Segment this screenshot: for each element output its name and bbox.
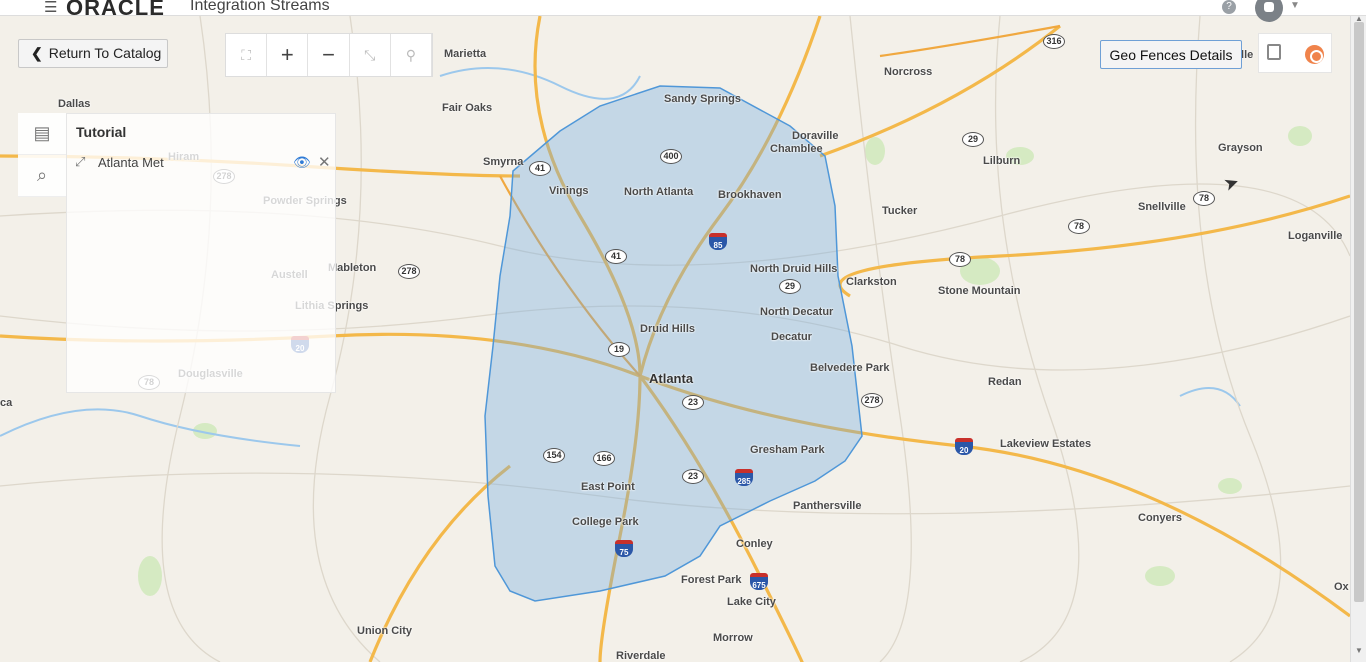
layer-settings-icon[interactable] [1305, 45, 1324, 64]
route-shield-icon: 41 [529, 161, 551, 176]
map-place-label: Belvedere Park [810, 362, 890, 374]
oracle-logo: ORACLE [66, 0, 165, 20]
map-place-label: North Druid Hills [750, 263, 838, 275]
map-place-label: Loganville [1288, 230, 1343, 242]
map-place-label: Panthersville [793, 500, 862, 512]
route-shield-icon: 41 [605, 249, 627, 264]
route-shield-icon: 23 [682, 395, 704, 410]
hamburger-menu-icon[interactable]: ☰ [44, 0, 57, 16]
layers-panel: Tutorial ⤢ Atlanta Met 👁 ✕ [66, 113, 336, 393]
search-layers-icon[interactable]: ⌕ [18, 155, 66, 197]
map-place-label: Lake City [727, 596, 776, 608]
map-city-label: Atlanta [649, 371, 694, 386]
route-shield-icon: 278 [861, 393, 883, 408]
eye-icon[interactable]: 👁 [293, 154, 311, 171]
scroll-down-icon[interactable]: ▼ [1355, 646, 1363, 655]
map-place-label: Conley [736, 538, 773, 550]
route-shield-icon: 278 [398, 264, 420, 279]
map-place-label: Brookhaven [718, 189, 782, 201]
map-place-label: Sandy Springs [664, 93, 742, 105]
map-place-label: Gresham Park [750, 444, 825, 456]
layer-name: Atlanta Met [98, 155, 164, 170]
map-place-label: Lakeview Estates [1000, 438, 1092, 450]
scrollbar-thumb[interactable] [1354, 22, 1364, 602]
route-shield-icon: 29 [962, 132, 984, 147]
chevron-left-icon: ❮ [31, 45, 43, 61]
full-extent-icon[interactable]: ⤡ [349, 34, 391, 76]
help-icon[interactable]: ? [1222, 0, 1236, 14]
map-place-label: Decatur [771, 331, 812, 343]
map-place-label: North Atlanta [624, 186, 694, 198]
map-place-label: Druid Hills [640, 323, 696, 335]
route-shield-icon: 78 [949, 252, 971, 267]
map-place-label: Marietta [444, 48, 487, 60]
search-icon[interactable]: ⚲ [390, 34, 433, 76]
route-shield-icon: 78 [1068, 219, 1090, 234]
route-shield-icon: 154 [543, 448, 565, 463]
chevron-down-icon[interactable]: ▼ [1290, 0, 1300, 11]
map-place-label: Fair Oaks [442, 102, 493, 114]
map-place-label: East Point [581, 481, 635, 493]
interstate-shield-icon: 85 [709, 233, 727, 250]
map-place-label: Norcross [884, 66, 933, 78]
page-scrollbar[interactable]: ▲ ▼ [1350, 14, 1366, 662]
map-place-label: Stone Mountain [938, 285, 1021, 297]
route-shield-icon: 23 [682, 469, 704, 484]
map-place-label: Chamblee [770, 143, 823, 155]
map-place-label: Conyers [1138, 512, 1183, 524]
map-place-label: Ox [1334, 581, 1349, 593]
map-place-label: Dallas [58, 98, 91, 110]
map-place-label: Morrow [713, 632, 753, 644]
layers-list-icon[interactable]: ▤ [18, 113, 66, 155]
map-place-label: Vinings [549, 185, 589, 197]
layer-row[interactable]: ⤢ Atlanta Met 👁 ✕ [73, 154, 331, 174]
expand-icon[interactable]: ⤢ [75, 154, 85, 170]
interstate-shield-icon: 675 [750, 573, 768, 590]
panel-title: Tutorial [76, 124, 127, 140]
map-place-label: College Park [572, 516, 639, 528]
edit-icon[interactable] [1267, 44, 1281, 60]
zoom-in-icon[interactable]: + [267, 34, 309, 76]
map-place-label: North Decatur [760, 306, 834, 318]
route-shield-icon: 400 [660, 149, 682, 164]
zoom-out-icon[interactable]: − [308, 34, 350, 76]
interstate-shield-icon: 20 [955, 438, 973, 455]
route-shield-icon: 166 [593, 451, 615, 466]
right-toolbar [1258, 33, 1332, 73]
side-tabs: ▤ ⌕ [18, 113, 66, 197]
select-tool-icon[interactable]: ⛶ [226, 34, 268, 76]
route-shield-icon: 316 [1043, 34, 1065, 49]
route-shield-icon: 78 [1193, 191, 1215, 206]
return-to-catalog-label: Return To Catalog [48, 45, 162, 61]
interstate-shield-icon: 75 [615, 540, 633, 557]
map-place-label: Redan [988, 376, 1022, 388]
return-to-catalog-button[interactable]: ❮ Return To Catalog [18, 39, 168, 68]
map-place-label: Tucker [882, 205, 918, 217]
map-place-label: Grayson [1218, 142, 1263, 154]
map-place-label: Doraville [792, 130, 839, 142]
map-toolbar: ⛶ + − ⤡ ⚲ [225, 33, 433, 77]
map-place-label: Union City [357, 625, 412, 637]
map-place-label: ca [0, 397, 13, 409]
app-title: Integration Streams [190, 0, 330, 14]
route-shield-icon: 19 [608, 342, 630, 357]
geo-fences-details-button[interactable]: Geo Fences Details [1100, 40, 1242, 69]
top-bar: ☰ ORACLE Integration Streams ? ▼ [0, 0, 1366, 22]
interstate-shield-icon: 285 [735, 469, 753, 486]
map-place-label: Clarkston [846, 276, 897, 288]
map-place-label: Riverdale [616, 650, 666, 662]
map-place-label: Lilburn [983, 155, 1021, 167]
route-shield-icon: 29 [779, 279, 801, 294]
map-place-label: Smyrna [483, 156, 524, 168]
map-place-label: Snellville [1138, 201, 1186, 213]
map-place-label: Forest Park [681, 574, 742, 586]
close-icon[interactable]: ✕ [318, 153, 331, 171]
